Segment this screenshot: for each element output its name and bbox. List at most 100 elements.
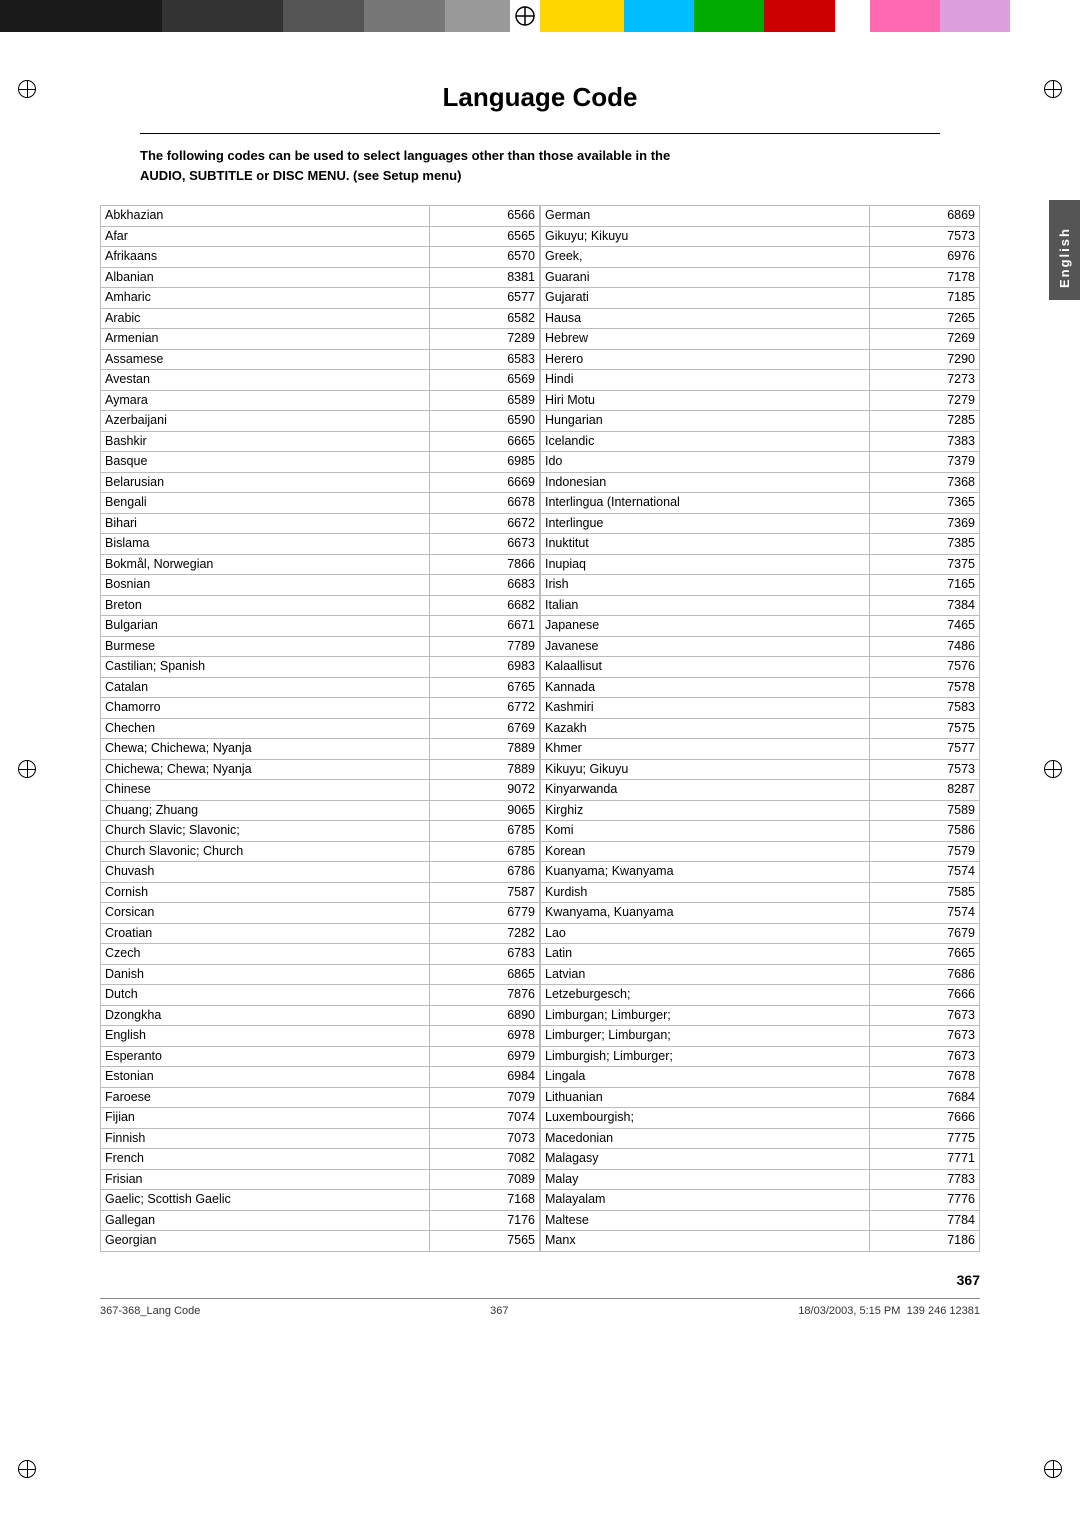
- table-row: Hungarian7285: [541, 411, 980, 432]
- language-name: Albanian: [101, 267, 430, 288]
- table-row: Dzongkha6890: [101, 1005, 540, 1026]
- language-name: Khmer: [541, 739, 870, 760]
- language-code: 6672: [430, 513, 540, 534]
- language-name: Limburger; Limburgan;: [541, 1026, 870, 1047]
- language-code: 6583: [430, 349, 540, 370]
- language-code: 7186: [870, 1231, 980, 1252]
- language-code: 7574: [870, 862, 980, 883]
- language-code: 7573: [870, 759, 980, 780]
- table-row: Kwanyama, Kuanyama7574: [541, 903, 980, 924]
- table-row: Basque6985: [101, 452, 540, 473]
- language-code: 7289: [430, 329, 540, 350]
- language-code: 7789: [430, 636, 540, 657]
- language-name: Latin: [541, 944, 870, 965]
- table-row: Amharic6577: [101, 288, 540, 309]
- language-code: 7279: [870, 390, 980, 411]
- language-code: 7876: [430, 985, 540, 1006]
- language-name: Fijian: [101, 1108, 430, 1129]
- language-code: 6570: [430, 247, 540, 268]
- table-row: Kurdish7585: [541, 882, 980, 903]
- table-row: Chinese9072: [101, 780, 540, 801]
- intro-text: The following codes can be used to selec…: [140, 133, 940, 185]
- color-swatch-white3: [1010, 0, 1080, 32]
- color-swatch-black4: [364, 0, 445, 32]
- language-name: Aymara: [101, 390, 430, 411]
- table-row: Frisian7089: [101, 1169, 540, 1190]
- language-name: German: [541, 206, 870, 227]
- table-row: Lingala7678: [541, 1067, 980, 1088]
- language-name: Chinese: [101, 780, 430, 801]
- language-code: 6984: [430, 1067, 540, 1088]
- table-row: Breton6682: [101, 595, 540, 616]
- table-row: Ido7379: [541, 452, 980, 473]
- language-name: Interlingua (International: [541, 493, 870, 514]
- table-row: Javanese7486: [541, 636, 980, 657]
- table-row: Cornish7587: [101, 882, 540, 903]
- language-code: 7666: [870, 1108, 980, 1129]
- language-name: Church Slavonic; Church: [101, 841, 430, 862]
- language-code: 7383: [870, 431, 980, 452]
- table-row: Lao7679: [541, 923, 980, 944]
- language-code: 7165: [870, 575, 980, 596]
- language-code: 7583: [870, 698, 980, 719]
- language-name: Faroese: [101, 1087, 430, 1108]
- page-title: Language Code: [60, 82, 1020, 113]
- color-swatch-black1: [0, 0, 162, 32]
- language-name: Frisian: [101, 1169, 430, 1190]
- table-row: Kinyarwanda8287: [541, 780, 980, 801]
- table-row: Aymara6589: [101, 390, 540, 411]
- language-name: Kalaallisut: [541, 657, 870, 678]
- page-number-area: 367: [100, 1272, 980, 1288]
- registration-mark-left-bot: [18, 1460, 36, 1478]
- language-code: 7282: [430, 923, 540, 944]
- table-row: Belarusian6669: [101, 472, 540, 493]
- table-row: Azerbaijani6590: [101, 411, 540, 432]
- table-row: Bokmål, Norwegian7866: [101, 554, 540, 575]
- language-code: 6865: [430, 964, 540, 985]
- table-row: Gikuyu; Kikuyu7573: [541, 226, 980, 247]
- table-row: German6869: [541, 206, 980, 227]
- language-code: 6682: [430, 595, 540, 616]
- language-name: Macedonian: [541, 1128, 870, 1149]
- language-code: 7375: [870, 554, 980, 575]
- language-name: Hebrew: [541, 329, 870, 350]
- table-row: Italian7384: [541, 595, 980, 616]
- table-row: Finnish7073: [101, 1128, 540, 1149]
- table-row: Lithuanian7684: [541, 1087, 980, 1108]
- language-name: Javanese: [541, 636, 870, 657]
- language-name: Hausa: [541, 308, 870, 329]
- language-name: Hungarian: [541, 411, 870, 432]
- language-name: Finnish: [101, 1128, 430, 1149]
- language-name: Kwanyama, Kuanyama: [541, 903, 870, 924]
- language-name: Amharic: [101, 288, 430, 309]
- language-code: 6786: [430, 862, 540, 883]
- language-name: Chamorro: [101, 698, 430, 719]
- language-name: Ido: [541, 452, 870, 473]
- language-code: 6566: [430, 206, 540, 227]
- language-name: Arabic: [101, 308, 430, 329]
- top-color-bar: [0, 0, 1080, 32]
- table-row: Bulgarian6671: [101, 616, 540, 637]
- language-name: Armenian: [101, 329, 430, 350]
- intro-line1: The following codes can be used to selec…: [140, 148, 670, 163]
- table-row: Bihari6672: [101, 513, 540, 534]
- right-language-table: German6869Gikuyu; Kikuyu7573Greek,6976Gu…: [540, 205, 980, 1252]
- language-code: 6890: [430, 1005, 540, 1026]
- language-code: 7775: [870, 1128, 980, 1149]
- language-name: Gikuyu; Kikuyu: [541, 226, 870, 247]
- language-code: 7575: [870, 718, 980, 739]
- crosshair-icon: [510, 0, 540, 32]
- table-row: Faroese7079: [101, 1087, 540, 1108]
- table-row: Malagasy7771: [541, 1149, 980, 1170]
- table-row: Avestan6569: [101, 370, 540, 391]
- page-content: Language Code The following codes can be…: [0, 32, 1080, 1357]
- language-code: 7486: [870, 636, 980, 657]
- language-code: 7365: [870, 493, 980, 514]
- language-name: Irish: [541, 575, 870, 596]
- table-row: Bosnian6683: [101, 575, 540, 596]
- language-code: 7577: [870, 739, 980, 760]
- language-name: Kinyarwanda: [541, 780, 870, 801]
- table-row: Kashmiri7583: [541, 698, 980, 719]
- table-row: Macedonian7775: [541, 1128, 980, 1149]
- language-code: 7574: [870, 903, 980, 924]
